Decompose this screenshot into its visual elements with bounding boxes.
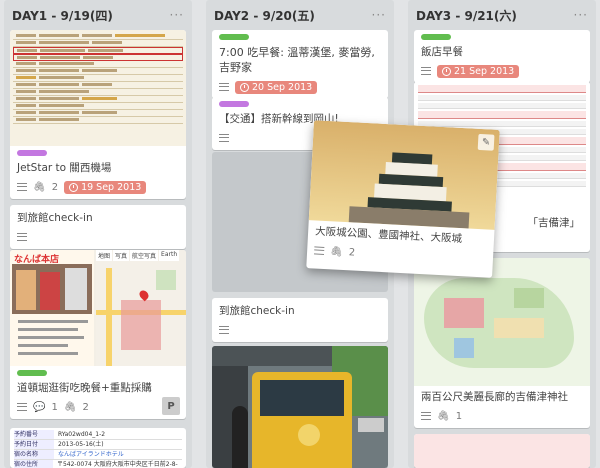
list-menu-button[interactable]: ··· [170,8,184,22]
card-dotonbori[interactable]: なんば本店 地图 写真 航空写真 Earth 道頓堀逛街吃晚餐+重點採購 💬 1… [10,250,186,419]
card-cover-image [212,346,388,468]
card-reservation[interactable]: 予約番号 RYa02wd04_1-2 予約日付 2013-05-16(土) 宿の名称… [10,428,186,468]
card-jetstar[interactable]: JetStar to 關西機場 🖇 2 19 Sep 2013 [10,30,186,199]
card-next[interactable] [414,434,590,468]
comment-icon: 💬 [33,401,46,413]
card-bus-photo[interactable] [212,346,388,468]
card-label [17,370,47,376]
list-title: DAY3 - 9/21(六) [416,8,517,23]
card-label [17,150,47,156]
card-checkin-day2[interactable]: 到旅館check-in [212,298,388,342]
description-icon [17,183,27,191]
map-tab-aerial: 航空写真 [130,250,159,261]
card-badges: 🖇 2 19 Sep 2013 [17,180,179,194]
list-title: DAY2 - 9/20(五) [214,8,315,23]
list-title: DAY1 - 9/19(四) [12,8,113,23]
clock-icon [69,182,79,192]
card-breakfast[interactable]: 7:00 吃早餐: 溫蒂漢堡, 麥當勞, 吉野家 20 Sep 2013 [212,30,388,99]
attachment-icon: 🖇 [329,245,344,258]
card-checkin[interactable]: 到旅館check-in [10,205,186,249]
card-title: JetStar to 關西機場 [17,162,112,174]
list-menu-button[interactable]: ··· [372,8,386,22]
card-title: 7:00 吃早餐: 溫蒂漢堡, 麥當勞, 吉野家 [219,46,375,74]
attachment-count: 2 [51,181,59,193]
dragging-card-osaka-castle[interactable]: ✎ 大阪城公園、豊國神社、大阪城 🖇 2 [306,120,500,278]
list-header: DAY3 - 9/21(六) ··· [408,0,596,30]
card-title: 飯店早餐 [421,46,463,58]
description-icon [219,134,229,142]
due-date-badge: 20 Sep 2013 [235,80,318,94]
attachment-icon: 🖇 [437,410,450,422]
card-title: 道頓堀逛街吃晚餐+重點採購 [17,382,152,394]
due-date-badge: 21 Sep 2013 [437,64,520,78]
clock-icon [240,82,249,92]
description-icon [421,67,431,75]
card-label [219,101,249,107]
card-title: 到旅館check-in [17,212,93,224]
description-icon [421,412,431,420]
card-cover-image: なんば本店 地图 写真 航空写真 Earth [10,250,186,366]
card-label [219,34,249,40]
card-cover-image: ✎ [308,120,500,230]
card-label [421,34,451,40]
description-icon [219,83,229,91]
description-icon [219,326,229,334]
board: DAY1 - 9/19(四) ··· JetStar to 關西機場 🖇 2 1… [0,0,600,468]
attachment-count: 2 [82,401,89,413]
clock-icon [442,66,451,76]
attachment-icon: 🖇 [33,181,46,193]
description-icon [313,246,325,255]
card-title: 到旅館check-in [219,305,295,317]
card-cover-image [414,258,590,386]
list-header: DAY1 - 9/19(四) ··· [4,0,192,30]
comment-count: 1 [51,401,58,413]
map-tab-photo: 写真 [113,250,130,261]
description-icon [17,233,27,241]
card-kibitsu-shrine[interactable]: 兩百公尺美麗長廊的吉備津神社 🖇 1 [414,258,590,428]
map-tab-earth: Earth [159,250,180,261]
member-avatar[interactable]: P [162,397,180,415]
card-title: 兩百公尺美麗長廊的吉備津神社 [421,391,568,403]
map-tab-map: 地图 [96,250,113,261]
card-cover-image [10,30,186,146]
due-date-badge: 19 Sep 2013 [64,180,147,194]
attachment-icon: 🖇 [63,401,77,413]
card-hotel-breakfast[interactable]: 飯店早餐 21 Sep 2013 [414,30,590,83]
list-menu-button[interactable]: ··· [574,8,588,22]
list-day1: DAY1 - 9/19(四) ··· JetStar to 關西機場 🖇 2 1… [4,0,192,468]
list-header: DAY2 - 9/20(五) ··· [206,0,394,30]
description-icon [17,403,27,411]
attachment-count: 1 [455,410,463,422]
edit-pencil-icon[interactable]: ✎ [477,133,495,151]
attachment-count: 2 [348,246,356,259]
